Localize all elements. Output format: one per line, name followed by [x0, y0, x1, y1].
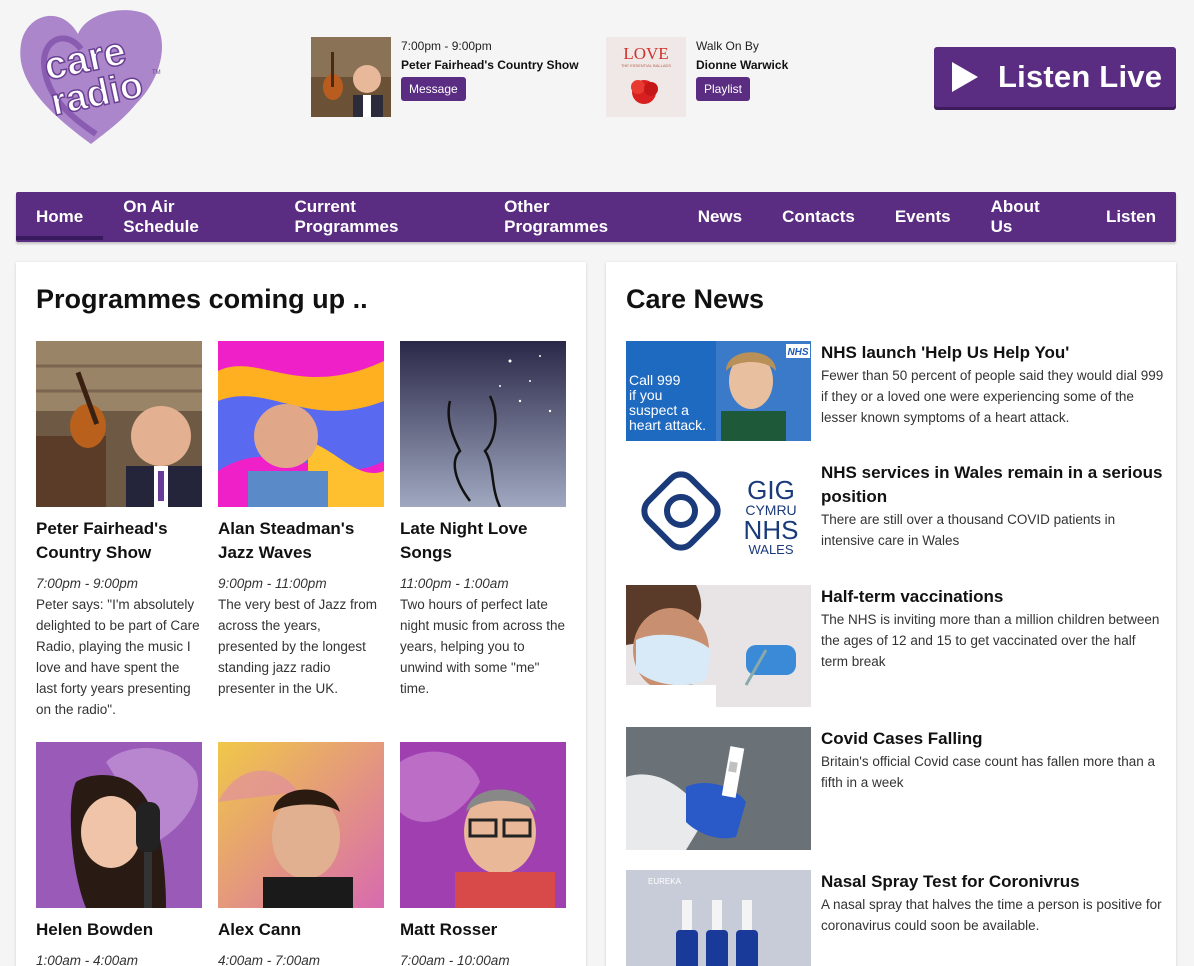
news-image[interactable]: [626, 585, 811, 707]
programme-image[interactable]: [36, 742, 202, 908]
nav-events[interactable]: Events: [875, 192, 971, 242]
message-button[interactable]: Message: [401, 77, 466, 101]
news-description: Britain's official Covid case count has …: [821, 754, 1156, 790]
programme-title[interactable]: Alex Cann: [218, 918, 384, 942]
nav-listen[interactable]: Listen: [1086, 192, 1176, 242]
care-radio-logo[interactable]: care radio TM: [16, 4, 166, 154]
care-news-panel: Care News NHS Call 999 if you suspect a …: [606, 262, 1176, 966]
news-image[interactable]: NHS Call 999 if you suspect a heart atta…: [626, 341, 811, 441]
svg-text:WALES: WALES: [748, 542, 793, 557]
news-item[interactable]: Half-term vaccinations The NHS is inviti…: [626, 585, 1166, 707]
programme-image[interactable]: [400, 341, 566, 507]
nav-current-programmes[interactable]: Current Programmes: [275, 192, 485, 242]
show-name: Peter Fairhead's Country Show: [401, 58, 579, 72]
programme-title[interactable]: Alan Steadman's Jazz Waves: [218, 517, 384, 565]
programmes-heading: Programmes coming up ..: [36, 284, 368, 314]
news-title[interactable]: Half-term vaccinations: [821, 585, 1166, 609]
news-title[interactable]: NHS launch 'Help Us Help You': [821, 341, 1166, 365]
play-icon: [952, 62, 978, 92]
programme-time: 1:00am - 4:00am: [36, 953, 139, 966]
programme-card[interactable]: Matt Rosser 7:00am - 10:00am: [400, 742, 566, 966]
news-title[interactable]: Nasal Spray Test for Coronivrus: [821, 870, 1166, 894]
news-item[interactable]: GIG CYMRU NHS WALES NHS services in Wale…: [626, 461, 1166, 561]
news-title[interactable]: Covid Cases Falling: [821, 727, 1166, 751]
show-time: 7:00pm - 9:00pm: [401, 39, 492, 53]
programme-image[interactable]: [400, 742, 566, 908]
track-title: Walk On By: [696, 39, 759, 53]
svg-text:LOVE: LOVE: [623, 44, 668, 63]
news-item[interactable]: EUREKA Nasal Spray Test for Coronivrus A…: [626, 870, 1166, 966]
programme-image[interactable]: [36, 341, 202, 507]
svg-text:GIG: GIG: [747, 475, 795, 505]
programme-time: 9:00pm - 11:00pm: [218, 576, 327, 591]
news-image[interactable]: [626, 727, 811, 850]
programme-card[interactable]: Peter Fairhead's Country Show 7:00pm - 9…: [36, 341, 202, 720]
svg-text:NHS: NHS: [787, 347, 808, 358]
now-playing-track: LOVE THE ESSENTIAL BALLADS Walk On By Di…: [606, 37, 788, 117]
care-news-heading: Care News: [626, 284, 765, 314]
programme-title[interactable]: Late Night Love Songs: [400, 517, 566, 565]
show-thumbnail: [311, 37, 391, 117]
listen-live-button[interactable]: Listen Live: [934, 47, 1176, 107]
news-image[interactable]: EUREKA: [626, 870, 811, 966]
programme-description: Peter says: "I'm absolutely delighted to…: [36, 597, 200, 717]
svg-text:THE ESSENTIAL BALLADS: THE ESSENTIAL BALLADS: [621, 63, 671, 68]
album-art: LOVE THE ESSENTIAL BALLADS: [606, 37, 686, 117]
svg-text:NHS: NHS: [744, 515, 799, 545]
nav-contacts[interactable]: Contacts: [762, 192, 875, 242]
nav-news[interactable]: News: [678, 192, 762, 242]
svg-text:Call 999: Call 999: [629, 372, 681, 388]
svg-text:heart attack.: heart attack.: [629, 417, 706, 433]
svg-text:TM: TM: [152, 70, 161, 76]
now-playing-show: 7:00pm - 9:00pm Peter Fairhead's Country…: [311, 37, 579, 117]
programmes-panel: Programmes coming up .. Peter Fairhead's…: [16, 262, 586, 966]
news-image[interactable]: GIG CYMRU NHS WALES: [626, 461, 811, 561]
listen-live-label: Listen Live: [998, 59, 1163, 94]
programme-time: 11:00pm - 1:00am: [400, 576, 509, 591]
main-nav: Home On Air Schedule Current Programmes …: [16, 192, 1176, 242]
svg-text:EUREKA: EUREKA: [648, 877, 682, 886]
track-artist: Dionne Warwick: [696, 58, 789, 72]
programme-title[interactable]: Matt Rosser: [400, 918, 566, 942]
news-title[interactable]: NHS services in Wales remain in a seriou…: [821, 461, 1166, 509]
news-description: The NHS is inviting more than a million …: [821, 612, 1160, 669]
nav-about-us[interactable]: About Us: [971, 192, 1086, 242]
svg-text:if you: if you: [629, 387, 662, 403]
programme-description: Two hours of perfect late night music fr…: [400, 597, 566, 696]
nav-other-programmes[interactable]: Other Programmes: [484, 192, 678, 242]
programme-card[interactable]: Alan Steadman's Jazz Waves 9:00pm - 11:0…: [218, 341, 384, 699]
news-description: There are still over a thousand COVID pa…: [821, 512, 1116, 548]
nav-on-air-schedule[interactable]: On Air Schedule: [103, 192, 274, 242]
news-description: A nasal spray that halves the time a per…: [821, 897, 1162, 933]
programme-title[interactable]: Peter Fairhead's Country Show: [36, 517, 202, 565]
programme-card[interactable]: Helen Bowden 1:00am - 4:00am: [36, 742, 202, 966]
programme-time: 7:00pm - 9:00pm: [36, 576, 139, 591]
news-item[interactable]: NHS Call 999 if you suspect a heart atta…: [626, 341, 1166, 441]
news-description: Fewer than 50 percent of people said the…: [821, 368, 1164, 425]
programme-time: 7:00am - 10:00am: [400, 953, 510, 966]
programme-image[interactable]: [218, 341, 384, 507]
programme-card[interactable]: Late Night Love Songs 11:00pm - 1:00am T…: [400, 341, 566, 699]
svg-text:suspect a: suspect a: [629, 402, 689, 418]
programme-title[interactable]: Helen Bowden: [36, 918, 202, 942]
nav-home[interactable]: Home: [16, 192, 104, 242]
programme-card[interactable]: Alex Cann 4:00am - 7:00am: [218, 742, 384, 966]
programme-description: The very best of Jazz from across the ye…: [218, 597, 378, 696]
news-item[interactable]: Covid Cases Falling Britain's official C…: [626, 727, 1166, 850]
playlist-button[interactable]: Playlist: [696, 77, 751, 101]
programme-image[interactable]: [218, 742, 384, 908]
programme-time: 4:00am - 7:00am: [218, 953, 321, 966]
